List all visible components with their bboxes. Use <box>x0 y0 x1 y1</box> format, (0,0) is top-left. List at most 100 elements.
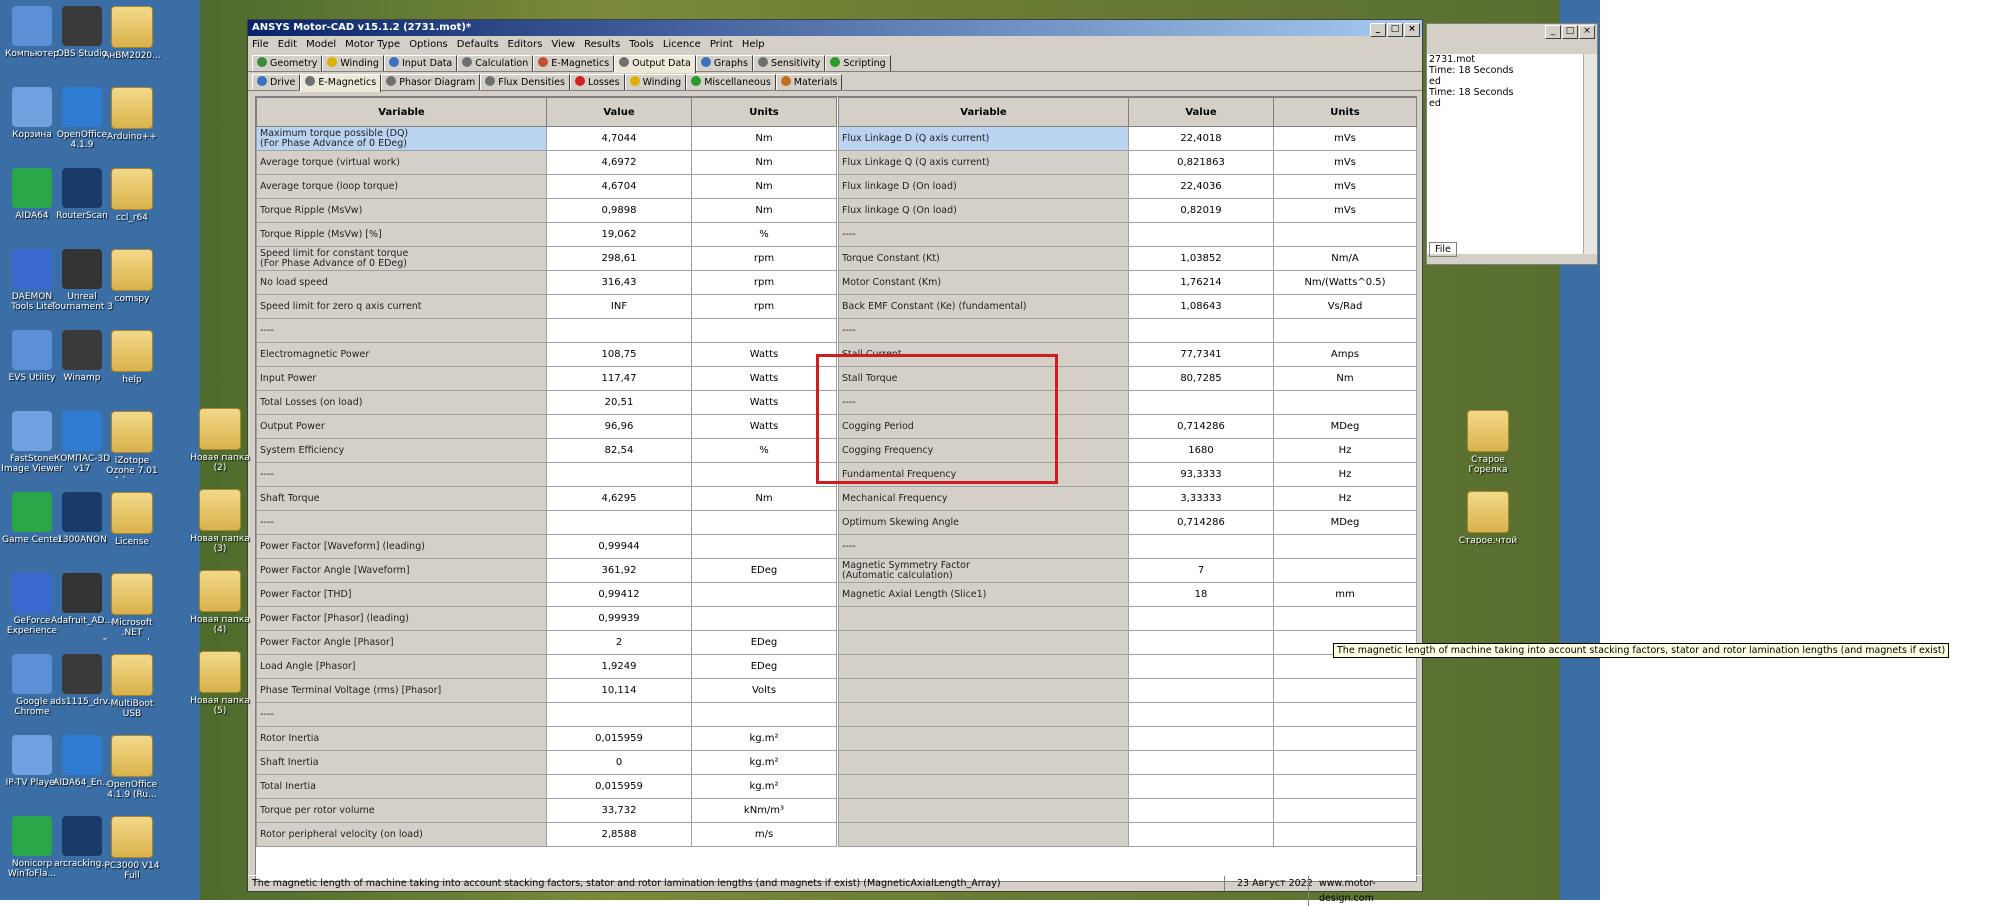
table-row[interactable]: ---- <box>256 318 837 343</box>
table-row[interactable]: Shaft Torque 4,6295 Nm <box>256 486 837 511</box>
table-row[interactable]: Flux Linkage D (Q axis current) 22,4018 mV… <box>838 126 1417 151</box>
desktop-icon-29[interactable]: OpenOffice 4.1.9 (Ru... <box>100 733 164 811</box>
maximize-button[interactable]: □ <box>1387 23 1403 37</box>
subtab-miscellaneous[interactable]: Miscellaneous <box>686 74 776 90</box>
table-row[interactable]: Total Inertia 0,015959 kg.m² <box>256 774 837 799</box>
desktop-icon-17[interactable]: iZotope Ozone 7.01 Advan... <box>100 409 164 487</box>
table-row[interactable]: Power Factor [THD] 0,99412 <box>256 582 837 607</box>
side-close-button[interactable]: × <box>1579 25 1595 39</box>
desktop-icon-23[interactable]: Microsoft .NET Framework... <box>100 571 164 649</box>
table-row[interactable]: Load Angle [Phasor] 1,9249 EDeg <box>256 654 837 679</box>
table-row[interactable] <box>838 774 1417 799</box>
subtab-flux-densities[interactable]: Flux Densities <box>480 74 570 90</box>
side-file-button[interactable]: File <box>1429 242 1457 257</box>
table-row[interactable]: Power Factor [Waveform] (leading) 0,99944 <box>256 534 837 559</box>
table-row[interactable]: Rotor Inertia 0,015959 kg.m² <box>256 726 837 751</box>
table-row[interactable]: Flux linkage D (On load) 22,4036 mVs <box>838 174 1417 199</box>
table-row[interactable]: Average torque (loop torque) 4,6704 Nm <box>256 174 837 199</box>
desktop-icon-5[interactable]: Arduino++ <box>100 85 164 163</box>
desktop-folder-3[interactable]: Новая папка (5) <box>188 649 252 727</box>
table-row[interactable]: Magnetic Symmetry Factor (Automatic calcu… <box>838 558 1417 583</box>
table-row[interactable]: Torque Constant (Kt) 1,03852 Nm/A <box>838 246 1417 271</box>
subtab-losses[interactable]: Losses <box>569 74 625 90</box>
desktop-folder-0[interactable]: Новая папка (2) <box>188 406 252 484</box>
column-header-value[interactable]: Value <box>1128 97 1274 127</box>
table-row[interactable]: Mechanical Frequency 3,33333 Hz <box>838 486 1417 511</box>
table-row[interactable]: ---- <box>256 510 837 535</box>
table-row[interactable]: Speed limit for constant torque (For Phas… <box>256 246 837 271</box>
table-row[interactable]: Flux Linkage Q (Q axis current) 0,821863 m… <box>838 150 1417 175</box>
side-window[interactable]: _ □ × 2731.mot Time: 18 Seconds ed Time: 18 S… <box>1426 23 1598 265</box>
column-header-value[interactable]: Value <box>546 97 692 127</box>
tab-winding[interactable]: Winding <box>322 55 384 71</box>
tab-calculation[interactable]: Calculation <box>457 55 534 71</box>
desktop-icon-14[interactable]: help <box>100 328 164 406</box>
desktop-icon-26[interactable]: MultiBoot USB <box>100 652 164 730</box>
table-row[interactable]: Motor Constant (Km) 1,76214 Nm/(Watts^0.5) <box>838 270 1417 295</box>
table-row[interactable] <box>838 678 1417 703</box>
subtab-phasor-diagram[interactable]: Phasor Diagram <box>381 74 481 90</box>
table-row[interactable]: Back EMF Constant (Ke) (fundamental) 1,08… <box>838 294 1417 319</box>
menu-results[interactable]: Results <box>584 39 620 50</box>
tab-e-magnetics[interactable]: E-Magnetics <box>533 55 615 71</box>
table-row[interactable]: System Efficiency 82,54% <box>256 438 837 463</box>
subtab-drive[interactable]: Drive <box>252 74 301 90</box>
table-row[interactable]: ---- <box>838 222 1417 247</box>
menu-tools[interactable]: Tools <box>629 39 654 50</box>
menu-options[interactable]: Options <box>409 39 448 50</box>
table-row[interactable] <box>838 630 1417 655</box>
tab-scripting[interactable]: Scripting <box>825 55 891 71</box>
table-row[interactable] <box>838 606 1417 631</box>
desktop-folder-2[interactable]: Новая папка (4) <box>188 568 252 646</box>
desktop-right-folder-1[interactable]: Старое.чтой <box>1456 489 1520 567</box>
tab-output-data[interactable]: Output Data <box>614 55 696 73</box>
desktop-icon-20[interactable]: License <box>100 490 164 568</box>
desktop-right-folder-0[interactable]: Старое Горелка <box>1456 408 1520 486</box>
table-row[interactable]: ---- <box>838 318 1417 343</box>
desktop-folder-1[interactable]: Новая папка (3) <box>188 487 252 565</box>
column-header-units[interactable]: Units <box>691 97 837 127</box>
window-titlebar[interactable]: ANSYS Motor-CAD v15.1.2 (2731.mot)* _ □ × <box>248 20 1422 37</box>
table-row[interactable]: Power Factor Angle [Waveform] 361,92 EDeg <box>256 558 837 583</box>
side-window-titlebar[interactable]: _ □ × <box>1427 24 1597 41</box>
menu-edit[interactable]: Edit <box>278 39 297 50</box>
table-row[interactable]: Rotor peripheral velocity (on load) 2,858… <box>256 822 837 847</box>
column-header-variable[interactable]: Variable <box>838 97 1129 127</box>
tab-geometry[interactable]: Geometry <box>252 55 323 71</box>
tab-graphs[interactable]: Graphs <box>695 55 753 71</box>
desktop-icon-2[interactable]: АнВМ2020... <box>100 4 164 82</box>
table-row[interactable]: Output Power 96,96 Watts <box>256 414 837 439</box>
close-button[interactable]: × <box>1404 23 1420 37</box>
table-row[interactable]: No load speed 316,43 rpm <box>256 270 837 295</box>
table-row[interactable]: ---- <box>256 702 837 727</box>
tab-input-data[interactable]: Input Data <box>383 55 458 71</box>
desktop-icon-8[interactable]: ccl_r64 <box>100 166 164 244</box>
subtab-e-magnetics[interactable]: E-Magnetics <box>300 74 382 92</box>
subtab-winding[interactable]: Winding <box>624 74 687 90</box>
menu-model[interactable]: Model <box>306 39 336 50</box>
side-window-scrollbar[interactable] <box>1583 54 1597 254</box>
minimize-button[interactable]: _ <box>1370 23 1386 37</box>
table-row[interactable]: Magnetic Axial Length (Slice1) 18 mm <box>838 582 1417 607</box>
table-row[interactable]: Flux linkage Q (On load) 0,82019 mVs <box>838 198 1417 223</box>
table-row[interactable] <box>838 726 1417 751</box>
table-row[interactable]: Optimum Skewing Angle 0,714286 MDeg <box>838 510 1417 535</box>
table-row[interactable]: Torque Ripple (MsVw) 0,9898 Nm <box>256 198 837 223</box>
table-row[interactable]: Input Power 117,47 Watts <box>256 366 837 391</box>
table-row[interactable]: Maximum torque possible (DQ) (For Phase A… <box>256 126 837 151</box>
column-header-units[interactable]: Units <box>1273 97 1417 127</box>
tab-sensitivity[interactable]: Sensitivity <box>752 55 826 71</box>
column-header-variable[interactable]: Variable <box>256 97 547 127</box>
table-row[interactable]: Phase Terminal Voltage (rms) [Phasor] 10,… <box>256 678 837 703</box>
table-row[interactable]: Average torque (virtual work) 4,6972 Nm <box>256 150 837 175</box>
table-row[interactable]: Torque Ripple (MsVw) [%] 19,062% <box>256 222 837 247</box>
motorcad-window[interactable]: ANSYS Motor-CAD v15.1.2 (2731.mot)* _ □ × … <box>247 19 1950 906</box>
table-row[interactable]: ---- <box>256 462 837 487</box>
menu-licence[interactable]: Licence <box>663 39 701 50</box>
desktop-icon-32[interactable]: PC3000 V14 Full <box>100 814 164 892</box>
menu-motor-type[interactable]: Motor Type <box>345 39 400 50</box>
table-row[interactable] <box>838 822 1417 847</box>
menu-view[interactable]: View <box>551 39 575 50</box>
side-maximize-button[interactable]: □ <box>1562 25 1578 39</box>
table-row[interactable]: Torque per rotor volume 33,732 kNm/m³ <box>256 798 837 823</box>
